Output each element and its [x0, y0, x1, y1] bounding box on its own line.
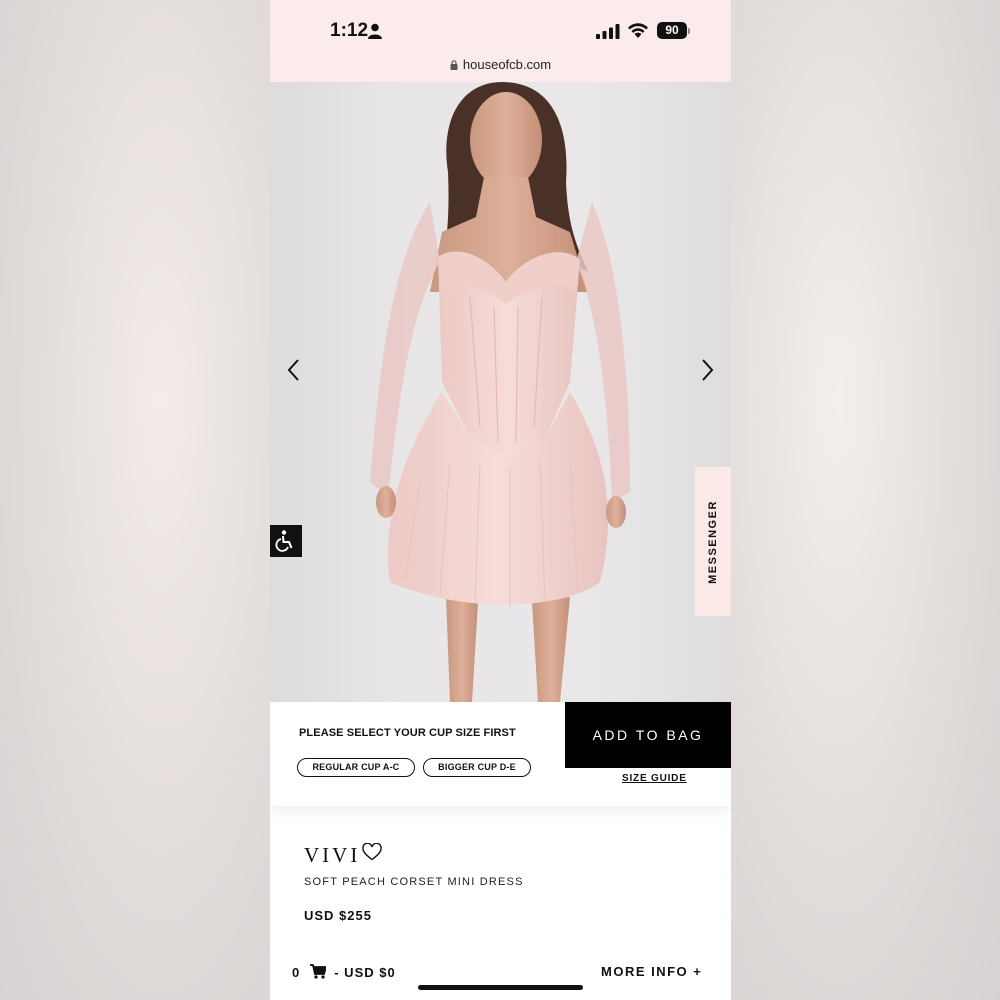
battery-tip — [688, 28, 690, 34]
status-bar: 1:12 90 houseofcb.com — [270, 0, 731, 82]
product-photo — [370, 82, 630, 702]
home-indicator — [418, 985, 583, 990]
regular-cup-option[interactable]: REGULAR CUP A-C — [297, 758, 415, 777]
background-left — [0, 0, 270, 1000]
accessibility-button[interactable] — [270, 525, 302, 557]
background-right — [730, 0, 1000, 1000]
status-time: 1:12 — [330, 20, 369, 41]
bigger-cup-option[interactable]: BIGGER CUP D-E — [423, 758, 531, 777]
more-info-button[interactable]: MORE INFO + — [601, 964, 702, 979]
address-bar[interactable]: houseofcb.com — [270, 57, 731, 72]
battery-indicator: 90 — [657, 22, 687, 39]
messenger-tab[interactable]: MESSENGER — [695, 467, 731, 616]
cart-icon — [310, 964, 327, 979]
add-to-bag-button[interactable]: ADD TO BAG — [565, 702, 731, 768]
product-subtitle: SOFT PEACH CORSET MINI DRESS — [304, 876, 524, 888]
wifi-icon — [628, 23, 648, 38]
product-image-gallery[interactable]: MESSENGER — [270, 82, 731, 702]
phone-screen: 1:12 90 houseofcb.com MESSENGER PLEASE S… — [270, 0, 731, 1000]
cart-count: 0 — [292, 965, 301, 980]
previous-image-button[interactable] — [282, 356, 306, 384]
next-image-button[interactable] — [695, 356, 719, 384]
cart-summary[interactable]: 0 - USD $0 — [292, 964, 396, 980]
cellular-signal-icon — [596, 24, 620, 39]
heart-icon[interactable] — [362, 843, 382, 861]
person-icon — [368, 23, 382, 39]
size-guide-link[interactable]: SIZE GUIDE — [622, 773, 687, 784]
wheelchair-icon — [275, 530, 293, 552]
url-text: houseofcb.com — [462, 57, 552, 72]
lock-icon — [450, 60, 458, 70]
messenger-label: MESSENGER — [707, 499, 719, 584]
product-name: VIVI — [304, 843, 361, 867]
product-price: USD $255 — [304, 908, 372, 923]
cup-size-prompt: PLEASE SELECT YOUR CUP SIZE FIRST — [299, 727, 516, 739]
cart-total: - USD $0 — [334, 965, 396, 980]
cup-size-panel: PLEASE SELECT YOUR CUP SIZE FIRST REGULA… — [270, 702, 731, 806]
